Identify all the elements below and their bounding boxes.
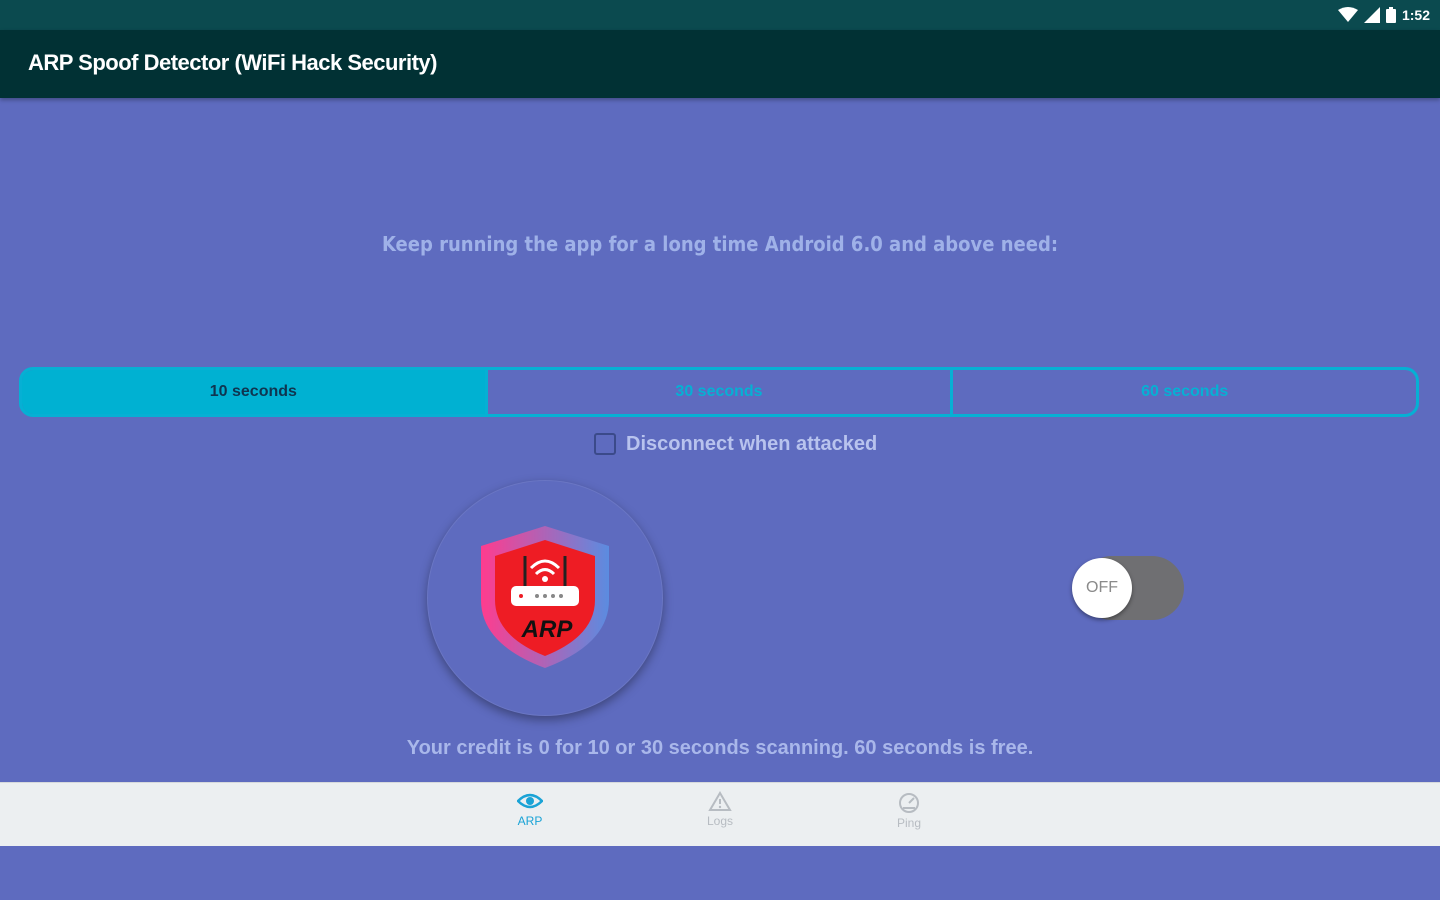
nav-label-logs: Logs: [706, 814, 734, 828]
status-bar: 1:52: [0, 0, 1440, 30]
interval-60-seconds[interactable]: 60 seconds: [950, 370, 1416, 414]
bottom-navigation: ARP Logs Ping: [0, 782, 1440, 847]
nav-tab-arp[interactable]: ARP: [490, 791, 570, 841]
nav-tab-logs[interactable]: Logs: [680, 791, 760, 841]
app-title: ARP Spoof Detector (WiFi Hack Security): [28, 50, 437, 75]
scan-toggle[interactable]: OFF: [1072, 556, 1184, 620]
interval-10-seconds[interactable]: 10 seconds: [22, 370, 485, 414]
arp-logo-button[interactable]: ARP: [427, 480, 663, 716]
disconnect-checkbox[interactable]: [594, 433, 616, 455]
disconnect-option[interactable]: Disconnect when attacked: [594, 430, 877, 458]
status-icons: 1:52: [1337, 5, 1430, 25]
bottom-padding: [0, 846, 1440, 900]
scan-toggle-thumb[interactable]: OFF: [1072, 558, 1132, 618]
arp-shield-router-icon: ARP: [481, 526, 609, 668]
battery-icon: [1385, 7, 1396, 23]
app-bar: ARP Spoof Detector (WiFi Hack Security): [0, 30, 1440, 98]
background-hint[interactable]: Keep running the app for a long time And…: [0, 232, 1440, 256]
status-time: 1:52: [1401, 7, 1430, 23]
nav-tab-ping[interactable]: Ping: [869, 791, 949, 841]
scan-interval-selector: 10 seconds 30 seconds 60 seconds: [19, 367, 1419, 417]
speedometer-icon: [899, 793, 919, 813]
warning-icon: [708, 791, 732, 811]
logo-text: ARP: [521, 616, 574, 643]
nav-label-arp: ARP: [517, 814, 543, 828]
credit-text: Your credit is 0 for 10 or 30 seconds sc…: [406, 737, 1034, 759]
nav-label-ping: Ping: [896, 816, 922, 830]
signal-icon: [1363, 7, 1380, 23]
wifi-icon: [1337, 7, 1358, 22]
interval-30-seconds[interactable]: 30 seconds: [484, 370, 951, 414]
scan-toggle-label: OFF: [1086, 579, 1118, 596]
disconnect-label: Disconnect when attacked: [626, 432, 878, 455]
eye-icon: [517, 793, 543, 809]
